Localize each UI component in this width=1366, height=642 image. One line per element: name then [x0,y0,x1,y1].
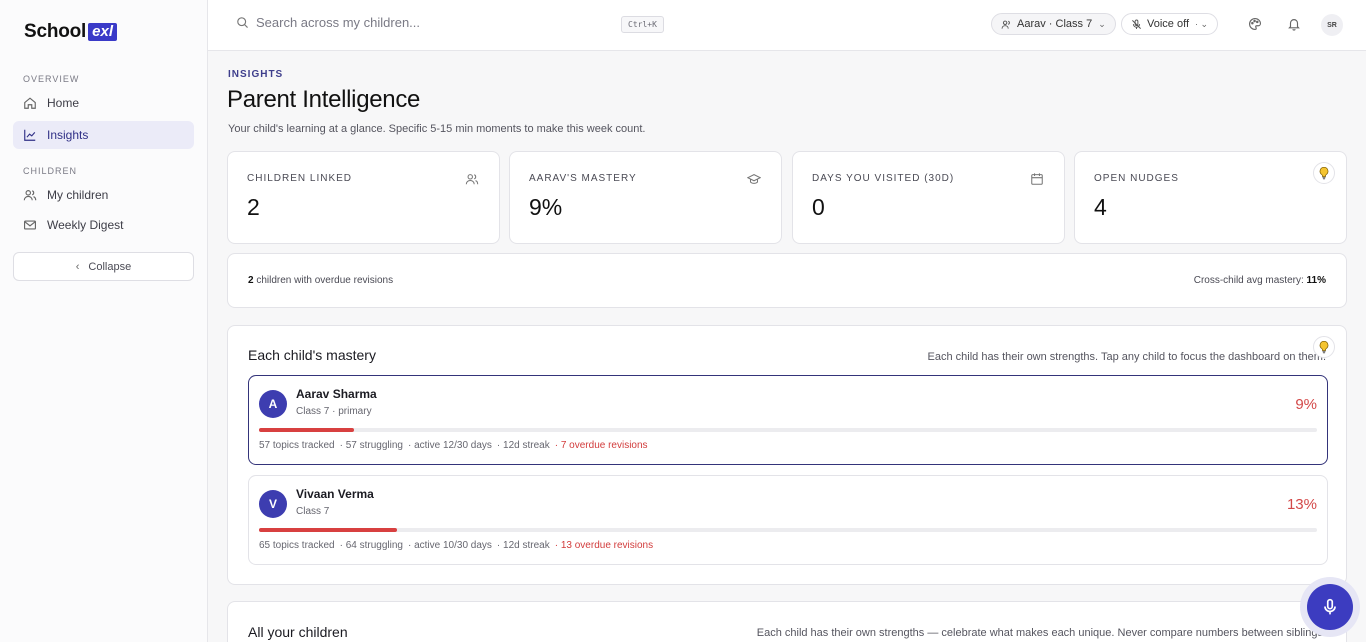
mastery-progress-fill [259,528,397,532]
child-class: Class 7 [296,506,330,517]
avg-mastery-label: Cross-child avg mastery: [1193,275,1304,286]
stat-value: 2 [247,194,260,220]
calendar-icon [1030,172,1044,186]
logo[interactable]: School exl [24,21,117,43]
streak: · 12d streak [496,540,550,551]
mastery-progress-track [259,528,1317,532]
mastery-progress-fill [259,428,355,432]
chevron-down-icon: · ⌄ [1195,18,1209,29]
child-name: Aarav Sharma [296,387,377,401]
child-avatar: V [259,490,287,518]
collapse-button[interactable]: ‹ Collapse [13,252,194,281]
search-icon [236,16,249,29]
search [236,15,596,30]
mail-icon [22,217,38,233]
stat-label: CHILDREN LINKED [247,173,353,184]
child-meta: 57 topics tracked · 57 struggling · acti… [259,440,653,451]
sidebar: School exl OVERVIEW Home Insights CHILDR… [0,0,208,642]
stat-label: OPEN NUDGES [1094,173,1179,184]
struggling-count: · 57 struggling [339,440,403,451]
overdue-revisions: · 7 overdue revisions [554,440,648,451]
topics-tracked: 65 topics tracked [259,540,335,551]
struggling-count: · 64 struggling [339,540,403,551]
panel-title: Each child's mastery [248,347,376,363]
users-icon [465,172,479,186]
mic-button-inner [1307,584,1353,630]
streak: · 12d streak [496,440,550,451]
stat-label: AARAV'S MASTERY [529,173,637,184]
palette-icon[interactable] [1247,16,1263,32]
logo-text: School [24,21,87,42]
sidebar-item-label: Insights [47,128,89,142]
child-selector-label: Aarav · Class 7 [1017,18,1093,30]
sidebar-item-label: My children [47,188,109,202]
child-mastery-percent: 13% [1286,496,1317,513]
topics-tracked: 57 topics tracked [259,440,335,451]
sidebar-item-home[interactable]: Home [13,89,194,117]
voice-label: Voice off [1147,18,1189,30]
avg-mastery: Cross-child avg mastery: 11% [1194,275,1326,286]
topbar: Ctrl+K Aarav · Class 7 ⌄ Voice off · ⌄ S… [208,0,1366,51]
stat-value: 4 [1094,194,1107,220]
shortcut-hint: Ctrl+K [621,16,664,33]
panel-title: All your children [248,624,348,640]
avatar[interactable]: SR [1321,14,1343,36]
home-icon [22,95,38,111]
sidebar-item-label: Home [47,96,80,110]
active-days: · active 10/30 days [407,540,492,551]
sidebar-item-my-children[interactable]: My children [13,181,194,209]
overdue-text: children with overdue revisions [256,275,394,286]
collapse-label: Collapse [88,260,132,273]
child-avatar: A [259,390,287,418]
child-card-vivaan[interactable]: V Vivaan Verma Class 7 13% 65 topics tra… [248,475,1328,565]
bell-icon[interactable] [1286,16,1302,32]
mastery-progress-track [259,428,1317,432]
child-meta: 65 topics tracked · 64 struggling · acti… [259,540,658,551]
chevron-left-icon: ‹ [75,260,80,273]
stat-value: 0 [812,194,825,220]
overdue-count: 2 [248,275,254,286]
child-name: Vivaan Verma [296,487,374,501]
mic-icon [1324,598,1336,615]
child-class: Class 7 · primary [296,406,372,417]
stat-card-children-linked: CHILDREN LINKED 2 [227,151,500,244]
stat-value: 9% [529,194,563,220]
chart-icon [22,127,38,143]
child-mastery-percent: 9% [1295,396,1317,413]
user-icon [1001,20,1010,29]
stat-card-open-nudges: OPEN NUDGES 4 [1074,151,1347,244]
page-eyebrow: INSIGHTS [228,69,284,80]
child-card-aarav[interactable]: A Aarav Sharma Class 7 · primary 9% 57 t… [248,375,1328,465]
avg-mastery-value: 11% [1306,275,1326,286]
all-children-panel: All your children Each child has their o… [227,601,1347,642]
sidebar-item-weekly-digest[interactable]: Weekly Digest [13,211,194,239]
panel-note: Each child has their own strengths — cel… [756,627,1326,639]
mic-off-icon [1132,19,1141,29]
logo-mark: exl [88,23,117,41]
users-icon [22,187,38,203]
sidebar-item-label: Weekly Digest [47,218,124,232]
overdue-summary: 2 children with overdue revisions [248,275,393,286]
stat-card-days-visited: DAYS YOU VISITED (30D) 0 [792,151,1065,244]
voice-assistant-button[interactable] [1300,577,1360,637]
stat-card-mastery: AARAV'S MASTERY 9% [509,151,782,244]
sidebar-item-insights[interactable]: Insights [13,121,194,149]
summary-bar: 2 children with overdue revisions Cross-… [227,253,1347,308]
child-selector[interactable]: Aarav · Class 7 ⌄ [991,13,1116,35]
voice-toggle[interactable]: Voice off · ⌄ [1121,13,1219,35]
page-title: Parent Intelligence [227,86,421,113]
mastery-panel: Each child's mastery Each child has thei… [227,325,1347,585]
stat-label: DAYS YOU VISITED (30D) [812,173,955,184]
active-days: · active 12/30 days [407,440,492,451]
panel-note: Each child has their own strengths. Tap … [927,351,1326,363]
sidebar-section-overview: OVERVIEW [23,74,80,84]
sidebar-section-children: CHILDREN [23,166,78,176]
lightbulb-icon[interactable] [1313,162,1335,184]
overdue-revisions: · 13 overdue revisions [554,540,654,551]
search-input[interactable] [256,15,596,30]
chevron-down-icon: ⌄ [1098,18,1106,29]
page-subtitle: Your child's learning at a glance. Speci… [228,123,646,135]
lightbulb-icon[interactable] [1313,336,1335,358]
graduation-cap-icon [746,172,762,186]
